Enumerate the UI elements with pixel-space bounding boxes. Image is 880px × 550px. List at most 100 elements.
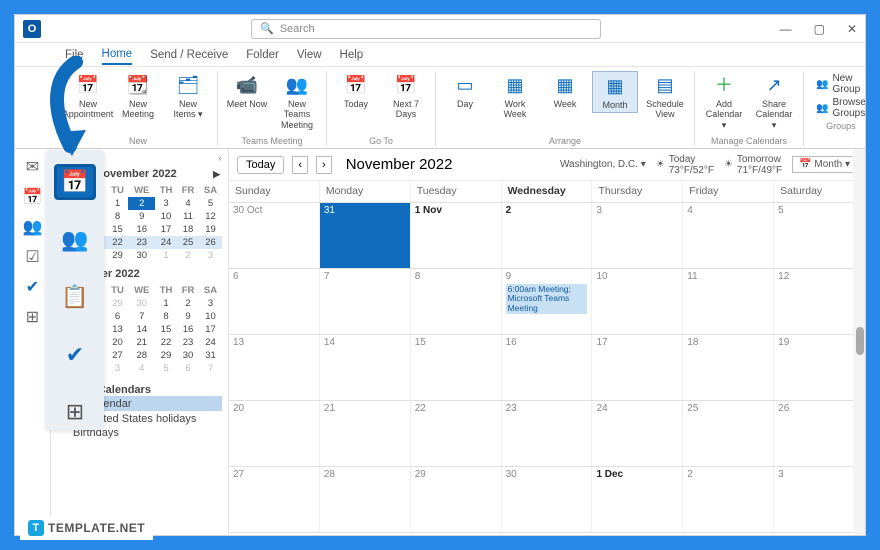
mini-cal-1-title: November 2022 xyxy=(95,168,176,180)
goto-today-button[interactable]: 📅Today xyxy=(333,71,379,111)
video-icon: 📹 xyxy=(235,73,259,97)
calendar-event[interactable]: 6:00am Meeting; Microsoft Teams Meeting xyxy=(506,284,588,314)
today-button[interactable]: Today xyxy=(237,156,284,174)
add-calendar-button[interactable]: ＋Add Calendar ▾ xyxy=(701,71,747,132)
calendar-cell[interactable]: 2 xyxy=(683,467,774,532)
new-teams-meeting-button[interactable]: 👥New Teams Meeting xyxy=(274,71,320,132)
minimize-button[interactable]: ― xyxy=(780,22,792,36)
week-view-icon: ▦ xyxy=(553,73,577,97)
rail-apps-icon[interactable]: ⊞ xyxy=(26,307,39,327)
rail-tasks-icon[interactable]: ☑ xyxy=(25,247,39,267)
close-button[interactable]: ✕ xyxy=(847,22,857,36)
outlook-logo-icon: O xyxy=(23,20,41,38)
today-icon: 📅 xyxy=(344,73,368,97)
scrollbar[interactable] xyxy=(853,149,865,535)
rail-people-icon[interactable]: 👥 xyxy=(23,217,43,237)
share-calendar-button[interactable]: ↗Share Calendar ▾ xyxy=(751,71,797,132)
search-input[interactable]: 🔍 Search xyxy=(251,19,601,39)
calendar-cell[interactable]: 14 xyxy=(320,335,411,400)
next-button[interactable]: › xyxy=(316,156,332,174)
next-7-days-button[interactable]: 📅Next 7 Days xyxy=(383,71,429,122)
month-icon: ▦ xyxy=(603,74,627,98)
calendar-cell[interactable]: 26 xyxy=(774,401,865,466)
location-dropdown[interactable]: Washington, D.C. ▾ xyxy=(560,159,646,170)
calendar-cell[interactable]: 24 xyxy=(592,401,683,466)
rail-calendar-icon[interactable]: 📅 xyxy=(23,187,43,207)
calendar-cell[interactable]: 96:00am Meeting; Microsoft Teams Meeting xyxy=(502,269,593,334)
ribbon-group-new: New xyxy=(129,136,147,146)
calendar-cell[interactable]: 11 xyxy=(683,269,774,334)
ribbon-group-teams: Teams Meeting xyxy=(241,136,302,146)
calendar-cell[interactable]: 7 xyxy=(320,269,411,334)
calendar-cell[interactable]: 15 xyxy=(411,335,502,400)
schedule-view-button[interactable]: ▤Schedule View xyxy=(642,71,688,122)
calendar-cell[interactable]: 27 xyxy=(229,467,320,532)
calendar-cell[interactable]: 6 xyxy=(229,269,320,334)
calendar-cell[interactable]: 5 xyxy=(774,203,865,268)
calendar-cell[interactable]: 18 xyxy=(683,335,774,400)
search-placeholder: Search xyxy=(280,23,315,35)
browse-icon: 👥 xyxy=(816,103,828,114)
view-dropdown[interactable]: 📅 Month ▾ xyxy=(792,156,857,173)
calendar-cell[interactable]: 21 xyxy=(320,401,411,466)
calendar-cell[interactable]: 10 xyxy=(592,269,683,334)
new-meeting-button[interactable]: 📆New Meeting xyxy=(115,71,161,122)
calendar-cell[interactable]: 16 xyxy=(502,335,593,400)
ribbon-group-groups: Groups xyxy=(826,121,856,131)
peek-people-icon[interactable]: 👥 xyxy=(54,222,96,257)
calendar-cell[interactable]: 1 Nov xyxy=(411,203,502,268)
calendar-cell[interactable]: 23 xyxy=(502,401,593,466)
calendar-cell[interactable]: 30 Oct xyxy=(229,203,320,268)
calendar-cell[interactable]: 28 xyxy=(320,467,411,532)
nav-peek-strip: 📅 👥 📋 ✔ ⊞ xyxy=(46,150,104,430)
calendar-cell[interactable]: 29 xyxy=(411,467,502,532)
ribbon-group-goto: Go To xyxy=(369,136,393,146)
sun-icon: ☀ xyxy=(656,159,665,170)
prev-button[interactable]: ‹ xyxy=(292,156,308,174)
calendar-cell[interactable]: 2 xyxy=(502,203,593,268)
peek-calendar-icon[interactable]: 📅 xyxy=(54,164,96,200)
group-icon: 👥 xyxy=(816,79,828,90)
rail-todo-icon[interactable]: ✔ xyxy=(26,277,39,297)
menu-view[interactable]: View xyxy=(297,49,322,61)
peek-clipboard-icon[interactable]: 📋 xyxy=(54,280,96,315)
view-month-button[interactable]: ▦Month xyxy=(592,71,638,113)
calendar-cell[interactable]: 3 xyxy=(774,467,865,532)
plus-icon: ＋ xyxy=(712,73,736,97)
menu-help[interactable]: Help xyxy=(340,49,364,61)
calendar-cell[interactable]: 13 xyxy=(229,335,320,400)
sun-icon: ☀ xyxy=(724,159,733,170)
ribbon-group-manage: Manage Calendars xyxy=(711,136,787,146)
maximize-button[interactable]: ▢ xyxy=(814,22,825,36)
new-items-button[interactable]: 🗂New Items ▾ xyxy=(165,71,211,122)
calendar-cell[interactable]: 17 xyxy=(592,335,683,400)
calendar-cell[interactable]: 3 xyxy=(592,203,683,268)
view-workweek-button[interactable]: ▦Work Week xyxy=(492,71,538,122)
scroll-thumb[interactable] xyxy=(856,327,864,355)
calendar-cell[interactable]: 25 xyxy=(683,401,774,466)
calendar-cell[interactable]: 30 xyxy=(502,467,593,532)
calendar-cell[interactable]: 22 xyxy=(411,401,502,466)
menu-home[interactable]: Home xyxy=(102,48,133,65)
calendar-cell[interactable]: 4 xyxy=(683,203,774,268)
calendar-cell[interactable]: 20 xyxy=(229,401,320,466)
calendar-cell[interactable]: 12 xyxy=(774,269,865,334)
weather-tomorrow: ☀Tomorrow71°F/49°F xyxy=(724,154,782,176)
calendar-cell[interactable]: 1 Dec xyxy=(592,467,683,532)
ribbon-group-arrange: Arrange xyxy=(549,136,581,146)
search-icon: 🔍 xyxy=(260,22,274,35)
calendar-cell[interactable]: 31 xyxy=(320,203,411,268)
view-day-button[interactable]: ▭Day xyxy=(442,71,488,111)
calendar-cell[interactable]: 8 xyxy=(411,269,502,334)
new-group-button[interactable]: 👥New Group xyxy=(816,73,866,95)
peek-todo-icon[interactable]: ✔ xyxy=(54,337,96,372)
view-week-button[interactable]: ▦Week xyxy=(542,71,588,111)
browse-groups-button[interactable]: 👥Browse Groups xyxy=(816,97,866,119)
menu-send-receive[interactable]: Send / Receive xyxy=(150,49,228,61)
menu-folder[interactable]: Folder xyxy=(246,49,279,61)
meet-now-button[interactable]: 📹Meet Now xyxy=(224,71,270,111)
peek-apps-icon[interactable]: ⊞ xyxy=(54,395,96,430)
teams-icon: 👥 xyxy=(285,73,309,97)
calendar-cell[interactable]: 19 xyxy=(774,335,865,400)
next-month-icon[interactable]: ▶ xyxy=(213,169,220,180)
